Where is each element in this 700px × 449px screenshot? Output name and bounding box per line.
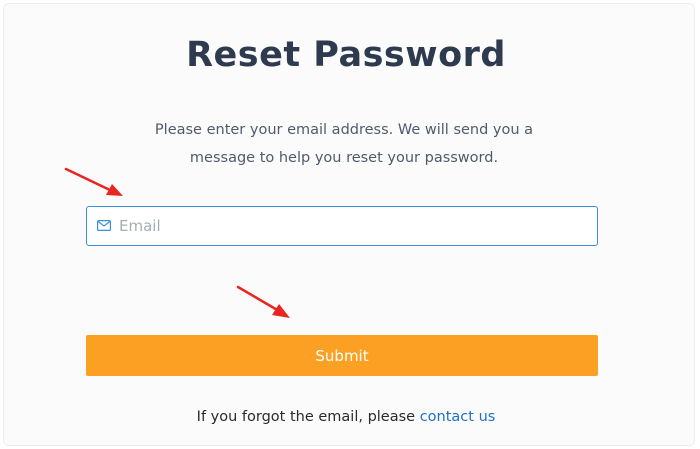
email-field[interactable] xyxy=(86,206,598,246)
submit-button[interactable]: Submit xyxy=(86,335,598,376)
footer-prefix: If you forgot the email, please xyxy=(196,409,416,425)
page-description: Please enter your email address. We will… xyxy=(154,122,534,166)
contact-us-link[interactable]: contact us xyxy=(420,409,496,425)
page-title: Reset Password xyxy=(186,35,506,75)
envelope-icon xyxy=(97,220,111,231)
annotation-arrow-submit xyxy=(236,285,290,318)
annotation-arrow-email xyxy=(64,167,123,196)
email-input[interactable] xyxy=(119,207,589,245)
footer-text: If you forgot the email, please contact … xyxy=(4,409,688,425)
reset-password-panel: Reset Password Please enter your email a… xyxy=(3,3,695,446)
